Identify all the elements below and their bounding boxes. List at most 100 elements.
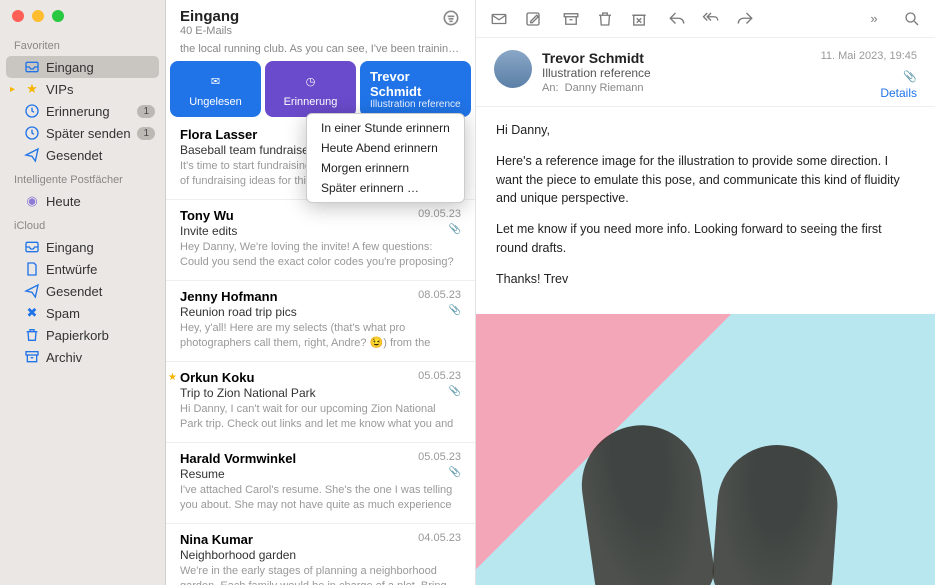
reader-pane: » Trevor Schmidt Illustration reference … bbox=[476, 0, 935, 585]
swipe-unread-button[interactable]: ✉ Ungelesen bbox=[170, 61, 261, 117]
disclosure-icon: ▸ bbox=[10, 84, 15, 95]
swipe-remind-button[interactable]: ◷ Erinnerung bbox=[265, 61, 356, 117]
remind-menu: In einer Stunde erinnern Heute Abend eri… bbox=[306, 113, 465, 203]
maximize-window-button[interactable] bbox=[52, 10, 64, 22]
compose-icon[interactable] bbox=[524, 10, 542, 28]
badge: 1 bbox=[137, 105, 155, 118]
badge: 1 bbox=[137, 127, 155, 140]
message-card-selected[interactable]: Trevor Schmidt Illustration reference bbox=[360, 61, 471, 117]
sidebar-item-label: Spam bbox=[46, 306, 80, 321]
sidebar-item-label: Heute bbox=[46, 194, 81, 209]
truncated-preview: the local running club. As you can see, … bbox=[166, 43, 475, 61]
message-date: 04.05.23 bbox=[418, 532, 461, 544]
attachment-icon: 📎 bbox=[449, 305, 461, 316]
document-icon bbox=[24, 261, 40, 277]
sidebar-item-archive[interactable]: Archiv bbox=[0, 346, 165, 368]
junk-icon[interactable] bbox=[630, 10, 648, 28]
sidebar-item-spam[interactable]: ✖ Spam bbox=[0, 302, 165, 324]
sidebar-section-smart: Intelligente Postfächer bbox=[0, 166, 165, 190]
attachment-image[interactable] bbox=[476, 314, 935, 585]
reply-icon[interactable] bbox=[668, 10, 686, 28]
list-count: 40 E-Mails bbox=[180, 25, 239, 37]
sidebar-section-icloud: iCloud bbox=[0, 212, 165, 236]
trash-icon bbox=[24, 327, 40, 343]
message-preview: I've attached Carol's resume. She's the … bbox=[180, 483, 461, 513]
paper-plane-icon bbox=[24, 283, 40, 299]
trash-icon[interactable] bbox=[596, 10, 614, 28]
gear-icon: ◉ bbox=[24, 193, 40, 209]
attachment-icon: 📎 bbox=[903, 70, 917, 83]
message-row[interactable]: ★Orkun Koku05.05.23📎Trip to Zion Nationa… bbox=[166, 362, 475, 443]
sidebar-item-icloud-inbox[interactable]: Eingang bbox=[0, 236, 165, 258]
inbox-icon bbox=[24, 239, 40, 255]
search-icon[interactable] bbox=[903, 10, 921, 28]
message-row[interactable]: Jenny Hofmann08.05.23📎Reunion road trip … bbox=[166, 281, 475, 362]
sidebar-item-label: Entwürfe bbox=[46, 262, 97, 277]
envelope-icon: ✉ bbox=[205, 71, 227, 93]
reply-all-icon[interactable] bbox=[702, 10, 720, 28]
list-title: Eingang bbox=[180, 8, 239, 25]
message-row[interactable]: Nina Kumar04.05.23Neighborhood gardenWe'… bbox=[166, 524, 475, 585]
clock-icon: ◷ bbox=[300, 71, 322, 93]
sidebar: Favoriten Eingang ▸ ★ VIPs Erinnerung 1 … bbox=[0, 0, 166, 585]
message-row[interactable]: Harald Vormwinkel05.05.23📎ResumeI've att… bbox=[166, 443, 475, 524]
sidebar-item-reminder[interactable]: Erinnerung 1 bbox=[0, 100, 165, 122]
sidebar-item-label: VIPs bbox=[46, 82, 73, 97]
message-body: Hi Danny, Here's a reference image for t… bbox=[476, 107, 935, 314]
attachment-icon: 📎 bbox=[449, 386, 461, 397]
paper-plane-icon bbox=[24, 147, 40, 163]
sidebar-item-sent[interactable]: Gesendet bbox=[0, 144, 165, 166]
remind-option-tomorrow[interactable]: Morgen erinnern bbox=[307, 158, 464, 178]
sidebar-item-label: Eingang bbox=[46, 240, 94, 255]
details-link[interactable]: Details bbox=[880, 86, 917, 100]
sidebar-item-label: Archiv bbox=[46, 350, 82, 365]
attachment-icon: 📎 bbox=[449, 224, 461, 235]
message-preview: Hey, y'all! Here are my selects (that's … bbox=[180, 321, 461, 351]
message-preview: Hi Danny, I can't wait for our upcoming … bbox=[180, 402, 461, 432]
sidebar-item-label: Gesendet bbox=[46, 148, 102, 163]
sidebar-item-today[interactable]: ◉ Heute bbox=[0, 190, 165, 212]
message-row[interactable]: Tony Wu09.05.23📎Invite editsHey Danny, W… bbox=[166, 200, 475, 281]
more-icon[interactable]: » bbox=[865, 10, 883, 28]
recipient-line: An: Danny Riemann bbox=[542, 82, 917, 94]
sidebar-item-label: Erinnerung bbox=[46, 104, 110, 119]
window-controls bbox=[0, 0, 165, 32]
archive-icon[interactable] bbox=[562, 10, 580, 28]
sidebar-item-label: Später senden bbox=[46, 126, 131, 141]
close-window-button[interactable] bbox=[12, 10, 24, 22]
toolbar: » bbox=[476, 0, 935, 38]
sidebar-item-drafts[interactable]: Entwürfe bbox=[0, 258, 165, 280]
message-date: 09.05.23 bbox=[418, 208, 461, 220]
minimize-window-button[interactable] bbox=[32, 10, 44, 22]
remind-option-tonight[interactable]: Heute Abend erinnern bbox=[307, 138, 464, 158]
message-subject: Trip to Zion National Park bbox=[180, 386, 461, 400]
inbox-icon bbox=[24, 59, 40, 75]
sidebar-item-send-later[interactable]: Später senden 1 bbox=[0, 122, 165, 144]
avatar bbox=[494, 50, 532, 88]
message-subject: Illustration reference bbox=[370, 99, 461, 110]
swipe-button-label: Ungelesen bbox=[189, 96, 242, 108]
message-preview: We're in the early stages of planning a … bbox=[180, 564, 461, 585]
sidebar-item-label: Eingang bbox=[46, 60, 94, 75]
message-date: 08.05.23 bbox=[418, 289, 461, 301]
clock-icon bbox=[24, 125, 40, 141]
sidebar-item-inbox[interactable]: Eingang bbox=[6, 56, 159, 78]
sidebar-item-icloud-sent[interactable]: Gesendet bbox=[0, 280, 165, 302]
remind-option-later[interactable]: Später erinnern … bbox=[307, 178, 464, 198]
swipe-button-label: Erinnerung bbox=[284, 96, 338, 108]
message-subject: Reunion road trip pics bbox=[180, 305, 461, 319]
envelope-icon[interactable] bbox=[490, 10, 508, 28]
spam-icon: ✖ bbox=[24, 305, 40, 321]
forward-icon[interactable] bbox=[736, 10, 754, 28]
message-date: 05.05.23 bbox=[418, 370, 461, 382]
sidebar-item-label: Gesendet bbox=[46, 284, 102, 299]
filter-button[interactable] bbox=[441, 8, 461, 28]
attachment-icon: 📎 bbox=[449, 467, 461, 478]
sidebar-item-trash[interactable]: Papierkorb bbox=[0, 324, 165, 346]
message-subject: Illustration reference bbox=[542, 66, 917, 80]
sidebar-item-vips[interactable]: ▸ ★ VIPs bbox=[0, 78, 165, 100]
clock-icon bbox=[24, 103, 40, 119]
remind-option-1hour[interactable]: In einer Stunde erinnern bbox=[307, 118, 464, 138]
message-date: 05.05.23 bbox=[418, 451, 461, 463]
message-subject: Invite edits bbox=[180, 224, 461, 238]
